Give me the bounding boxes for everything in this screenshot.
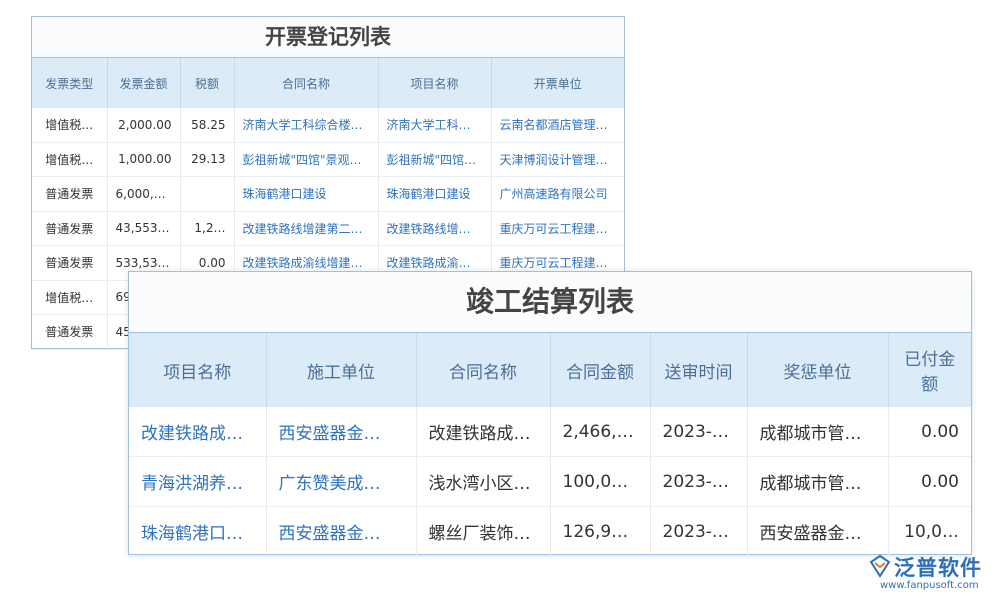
col-project-name[interactable]: 项目名称 <box>129 333 266 407</box>
cell-project-link[interactable]: 珠海鹤港口… <box>129 507 266 557</box>
cell-unit-link[interactable]: 云南名都酒店管理有… <box>491 108 624 142</box>
cell-paid-amount: 0.00 <box>888 457 971 507</box>
cell-contract-amount: 2,466,… <box>550 407 650 457</box>
cell-contract-name: 螺丝厂装饰… <box>416 507 550 557</box>
cell-construction-unit-link[interactable]: 西安盛器金… <box>266 507 416 557</box>
col-reward-penalty-unit[interactable]: 奖惩单位 <box>747 333 888 407</box>
invoice-list-title: 开票登记列表 <box>32 17 624 58</box>
col-issuing-unit[interactable]: 开票单位 <box>491 58 624 108</box>
cell-project-link[interactable]: 济南大学工科… <box>378 108 491 142</box>
col-contract-name[interactable]: 合同名称 <box>234 58 378 108</box>
cell-paid-amount: 0.00 <box>888 407 971 457</box>
cell-invoice-type: 增值税… <box>32 280 107 315</box>
table-row[interactable]: 增值税… 1,000.00 29.13 彭祖新城"四馆"景观… 彭祖新城"四馆…… <box>32 142 624 177</box>
col-review-time[interactable]: 送审时间 <box>650 333 747 407</box>
logo-name: 泛普软件 <box>894 552 982 582</box>
cell-contract-amount: 126,90… <box>550 507 650 557</box>
table-row[interactable]: 改建铁路成… 西安盛器金… 改建铁路成… 2,466,… 2023-… 成都城市… <box>129 407 971 457</box>
cell-invoice-type: 增值税… <box>32 108 107 142</box>
logo-url: www.fanpusoft.com <box>880 580 979 591</box>
cell-project-link[interactable]: 改建铁路成… <box>129 407 266 457</box>
cell-reward-penalty-unit: 西安盛器金… <box>747 507 888 557</box>
cell-construction-unit-link[interactable]: 西安盛器金… <box>266 407 416 457</box>
cell-project-link[interactable]: 珠海鹤港口建设 <box>378 177 491 212</box>
cell-project-link[interactable]: 青海洪湖养… <box>129 457 266 507</box>
col-project-name[interactable]: 项目名称 <box>378 58 491 108</box>
invoice-header-row: 发票类型 发票金额 税额 合同名称 项目名称 开票单位 <box>32 58 624 108</box>
col-paid-amount[interactable]: 已付金额 <box>888 333 971 407</box>
col-invoice-amount[interactable]: 发票金额 <box>107 58 180 108</box>
cell-paid-amount: 10,0… <box>888 507 971 557</box>
cell-contract-link[interactable]: 济南大学工科综合楼… <box>234 108 378 142</box>
settlement-list-title: 竣工结算列表 <box>129 272 971 333</box>
cell-invoice-type: 普通发票 <box>32 315 107 350</box>
cell-tax: 58.25 <box>180 108 234 142</box>
cell-review-time: 2023-… <box>650 457 747 507</box>
col-contract-amount[interactable]: 合同金额 <box>550 333 650 407</box>
settlement-header-row: 项目名称 施工单位 合同名称 合同金额 送审时间 奖惩单位 已付金额 <box>129 333 971 407</box>
cell-invoice-type: 普通发票 <box>32 211 107 246</box>
cell-contract-name: 浅水湾小区… <box>416 457 550 507</box>
table-row[interactable]: 普通发票 6,000,0… 珠海鹤港口建设 珠海鹤港口建设 广州高速路有限公司 <box>32 177 624 212</box>
cell-contract-name: 改建铁路成… <box>416 407 550 457</box>
cell-reward-penalty-unit: 成都城市管… <box>747 407 888 457</box>
cell-contract-amount: 100,02… <box>550 457 650 507</box>
brand-logo: 泛普软件 www.fanpusoft.com <box>868 552 993 592</box>
cell-invoice-type: 普通发票 <box>32 177 107 212</box>
cell-invoice-amount: 43,553,… <box>107 211 180 246</box>
cell-tax: 1,2… <box>180 211 234 246</box>
col-invoice-type[interactable]: 发票类型 <box>32 58 107 108</box>
table-row[interactable]: 增值税… 2,000.00 58.25 济南大学工科综合楼… 济南大学工科… 云… <box>32 108 624 142</box>
cell-invoice-amount: 2,000.00 <box>107 108 180 142</box>
col-construction-unit[interactable]: 施工单位 <box>266 333 416 407</box>
cell-contract-link[interactable]: 改建铁路线增建第二… <box>234 211 378 246</box>
cell-invoice-type: 普通发票 <box>32 246 107 281</box>
cell-project-link[interactable]: 改建铁路线增… <box>378 211 491 246</box>
cell-invoice-type: 增值税… <box>32 142 107 177</box>
cell-unit-link[interactable]: 天津博润设计管理有… <box>491 142 624 177</box>
cell-review-time: 2023-… <box>650 507 747 557</box>
cell-contract-link[interactable]: 彭祖新城"四馆"景观… <box>234 142 378 177</box>
col-tax[interactable]: 税额 <box>180 58 234 108</box>
settlement-table: 项目名称 施工单位 合同名称 合同金额 送审时间 奖惩单位 已付金额 改建铁路成… <box>129 333 971 557</box>
col-contract-name[interactable]: 合同名称 <box>416 333 550 407</box>
cell-unit-link[interactable]: 重庆万可云工程建设… <box>491 211 624 246</box>
fanpu-logo-icon <box>868 554 892 578</box>
settlement-list-panel: 竣工结算列表 项目名称 施工单位 合同名称 合同金额 送审时间 奖惩单位 已付金… <box>128 271 972 555</box>
cell-unit-link[interactable]: 广州高速路有限公司 <box>491 177 624 212</box>
cell-invoice-amount: 6,000,0… <box>107 177 180 212</box>
table-row[interactable]: 珠海鹤港口… 西安盛器金… 螺丝厂装饰… 126,90… 2023-… 西安盛器… <box>129 507 971 557</box>
cell-tax: 29.13 <box>180 142 234 177</box>
cell-construction-unit-link[interactable]: 广东赞美成… <box>266 457 416 507</box>
table-row[interactable]: 青海洪湖养… 广东赞美成… 浅水湾小区… 100,02… 2023-… 成都城市… <box>129 457 971 507</box>
cell-contract-link[interactable]: 珠海鹤港口建设 <box>234 177 378 212</box>
cell-review-time: 2023-… <box>650 407 747 457</box>
cell-reward-penalty-unit: 成都城市管… <box>747 457 888 507</box>
cell-tax <box>180 177 234 212</box>
cell-invoice-amount: 1,000.00 <box>107 142 180 177</box>
table-row[interactable]: 普通发票 43,553,… 1,2… 改建铁路线增建第二… 改建铁路线增… 重庆… <box>32 211 624 246</box>
cell-project-link[interactable]: 彭祖新城"四馆… <box>378 142 491 177</box>
